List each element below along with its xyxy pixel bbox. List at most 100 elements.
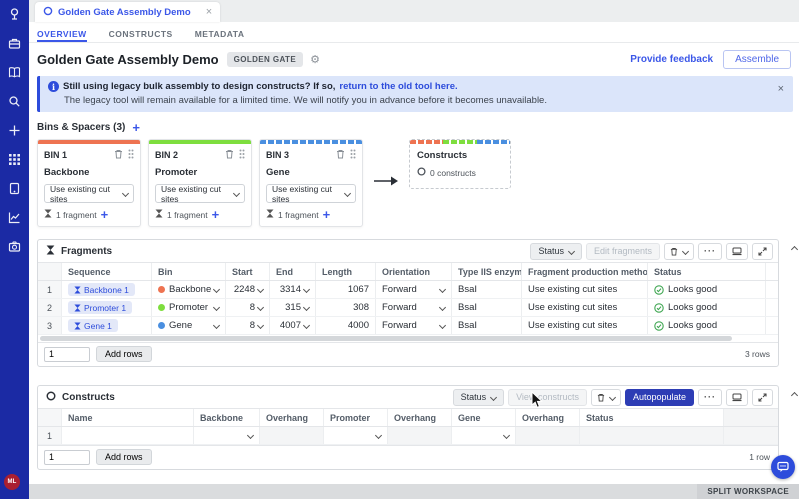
collapse-fragments-icon[interactable] xyxy=(791,246,798,253)
trash-icon[interactable] xyxy=(336,149,345,161)
banner-close-icon[interactable]: × xyxy=(778,83,784,95)
search-icon[interactable] xyxy=(8,94,22,108)
view-constructs-button[interactable]: View constructs xyxy=(508,389,587,406)
expand-table-button[interactable] xyxy=(752,389,773,406)
status-text: Looks good xyxy=(668,302,717,313)
bin-card-3[interactable]: BIN 3 Gene Use existing cut sites 1 frag… xyxy=(259,139,363,227)
start-cell[interactable]: 8 xyxy=(226,317,270,334)
split-workspace-button[interactable]: SPLIT WORKSPACE xyxy=(697,484,799,499)
bin-name: Backbone xyxy=(44,167,134,178)
sequence-chip[interactable]: Backbone 1 xyxy=(68,283,135,296)
fragment-icon xyxy=(266,209,274,220)
tab-metadata[interactable]: METADATA xyxy=(195,29,245,42)
constructs-status-dropdown[interactable]: Status xyxy=(453,389,505,406)
bin-select-cell[interactable]: Gene xyxy=(152,317,226,334)
gene-select-cell[interactable] xyxy=(452,427,516,444)
add-bin-icon[interactable]: + xyxy=(132,123,140,133)
delete-dropdown-button[interactable] xyxy=(591,389,621,406)
end-cell[interactable]: 4007 xyxy=(270,317,316,334)
cut-sites-dropdown[interactable]: Use existing cut sites xyxy=(44,184,134,203)
display-options-button[interactable] xyxy=(726,389,748,406)
overhang-cell xyxy=(516,427,580,444)
tab-overview[interactable]: OVERVIEW xyxy=(37,29,87,42)
old-tool-link[interactable]: return to the old tool here. xyxy=(339,81,457,92)
sequence-chip[interactable]: Promoter 1 xyxy=(68,301,132,314)
expand-table-button[interactable] xyxy=(752,243,773,260)
chat-button[interactable] xyxy=(771,455,795,479)
sequence-chip[interactable]: Gene 1 xyxy=(68,319,118,332)
logo-icon[interactable] xyxy=(8,7,22,21)
fragment-count: 1 fragment xyxy=(56,210,97,220)
briefcase-icon[interactable] xyxy=(8,36,22,50)
user-avatar[interactable]: ML xyxy=(4,474,20,490)
name-cell[interactable] xyxy=(62,427,194,444)
start-cell[interactable]: 8 xyxy=(226,299,270,316)
construct-icon xyxy=(417,167,426,178)
add-rows-count-input[interactable] xyxy=(44,450,90,465)
cut-sites-dropdown[interactable]: Use existing cut sites xyxy=(266,184,356,203)
end-cell[interactable]: 315 xyxy=(270,299,316,316)
drag-handle-icon[interactable] xyxy=(128,149,134,161)
design-icon xyxy=(43,3,53,21)
camera-icon[interactable] xyxy=(8,239,22,253)
enzyme-cell: BsaI xyxy=(452,299,522,316)
book-icon[interactable] xyxy=(8,65,22,79)
plus-icon[interactable] xyxy=(8,123,22,137)
device-icon[interactable] xyxy=(8,181,22,195)
tab-constructs[interactable]: CONSTRUCTS xyxy=(109,29,173,42)
add-fragment-icon[interactable]: + xyxy=(101,210,109,220)
horizontal-scrollbar[interactable] xyxy=(40,336,776,341)
autopopulate-button[interactable]: Autopopulate xyxy=(625,389,694,406)
start-cell[interactable]: 2248 xyxy=(226,281,270,298)
fragments-title: Fragments xyxy=(61,246,112,257)
fragments-status-dropdown[interactable]: Status xyxy=(530,243,582,260)
construct-row-1[interactable]: 1 xyxy=(38,427,778,445)
banner-subtext: The legacy tool will remain available fo… xyxy=(64,95,783,106)
fragment-row-1[interactable]: 1 Backbone 1 Backbone 2248 3314 1067 For… xyxy=(38,281,778,299)
add-rows-button[interactable]: Add rows xyxy=(96,346,152,362)
drag-handle-icon[interactable] xyxy=(350,149,356,161)
constructs-color-bar xyxy=(410,140,510,144)
chart-icon[interactable] xyxy=(8,210,22,224)
orientation-cell[interactable]: Forward xyxy=(376,317,452,334)
trash-icon[interactable] xyxy=(225,149,234,161)
tab-strip: Golden Gate Assembly Demo × xyxy=(29,0,799,22)
edit-fragments-button[interactable]: Edit fragments xyxy=(586,243,660,260)
cut-sites-dropdown[interactable]: Use existing cut sites xyxy=(155,184,245,203)
apps-grid-icon[interactable] xyxy=(8,152,22,166)
add-rows-button[interactable]: Add rows xyxy=(96,449,152,465)
more-options-button[interactable]: ··· xyxy=(698,389,722,406)
constructs-card[interactable]: Constructs 0 constructs xyxy=(409,139,511,189)
promoter-select-cell[interactable] xyxy=(324,427,388,444)
display-options-button[interactable] xyxy=(726,243,748,260)
bin-select-cell[interactable]: Promoter xyxy=(152,299,226,316)
orientation-cell[interactable]: Forward xyxy=(376,299,452,316)
backbone-select-cell[interactable] xyxy=(194,427,260,444)
chevron-down-icon xyxy=(122,190,129,197)
tab-title: Golden Gate Assembly Demo xyxy=(58,7,191,18)
fragment-row-2[interactable]: 2 Promoter 1 Promoter 8 315 308 Forward … xyxy=(38,299,778,317)
drag-handle-icon[interactable] xyxy=(239,149,245,161)
bin-name: Promoter xyxy=(155,167,245,178)
tab-close-icon[interactable]: × xyxy=(206,6,212,18)
bin-card-2[interactable]: BIN 2 Promoter Use existing cut sites 1 … xyxy=(148,139,252,227)
bin-select-cell[interactable]: Backbone xyxy=(152,281,226,298)
orientation-cell[interactable]: Forward xyxy=(376,281,452,298)
fragment-row-3[interactable]: 3 Gene 1 Gene 8 4007 4000 Forward BsaI U… xyxy=(38,317,778,335)
assemble-button[interactable]: Assemble xyxy=(723,50,791,69)
more-options-button[interactable]: ··· xyxy=(698,243,722,260)
trash-icon[interactable] xyxy=(114,149,123,161)
add-fragment-icon[interactable]: + xyxy=(212,210,220,220)
add-fragment-icon[interactable]: + xyxy=(323,210,331,220)
gear-icon[interactable]: ⚙ xyxy=(310,53,320,66)
tab-golden-gate-assembly-demo[interactable]: Golden Gate Assembly Demo × xyxy=(35,2,220,22)
add-rows-count-input[interactable] xyxy=(44,347,90,362)
end-cell[interactable]: 3314 xyxy=(270,281,316,298)
collapse-constructs-icon[interactable] xyxy=(791,392,798,399)
provide-feedback-link[interactable]: Provide feedback xyxy=(630,54,713,65)
method-cell: Use existing cut sites xyxy=(522,281,648,298)
construct-icon xyxy=(46,388,56,406)
delete-dropdown-button[interactable] xyxy=(664,243,694,260)
bin-card-1[interactable]: BIN 1 Backbone Use existing cut sites 1 … xyxy=(37,139,141,227)
bins-row: BIN 1 Backbone Use existing cut sites 1 … xyxy=(29,139,799,227)
